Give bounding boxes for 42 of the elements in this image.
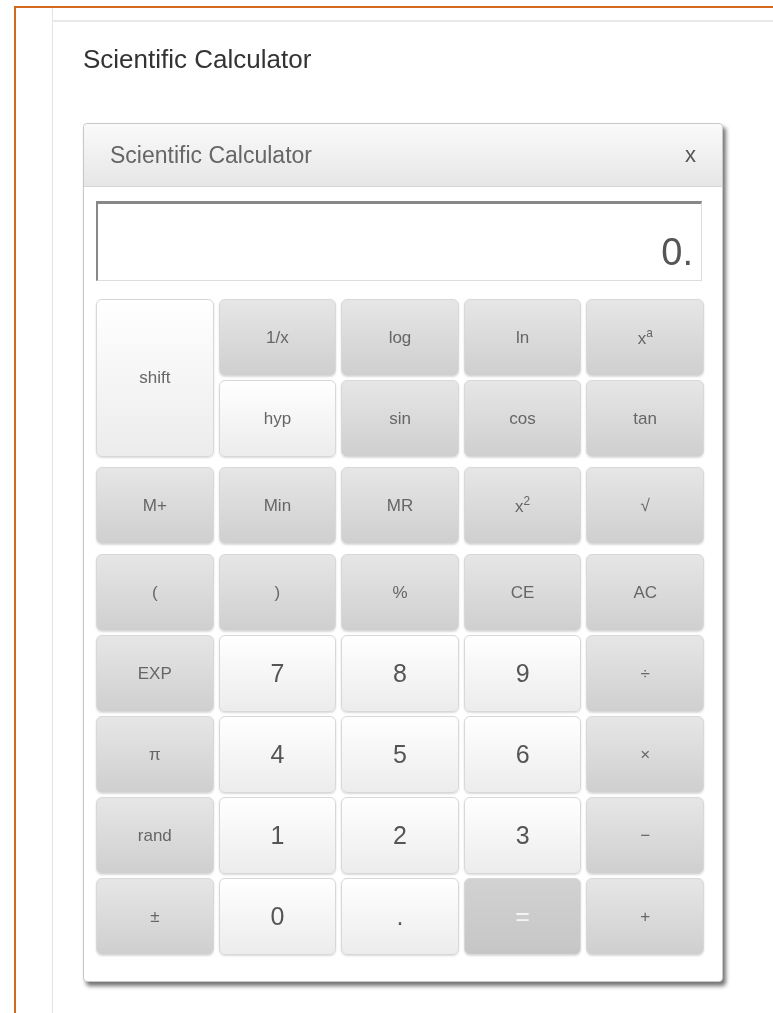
digit-key[interactable]: 2 xyxy=(341,797,459,874)
function-key[interactable]: ÷ xyxy=(586,635,704,712)
function-key[interactable]: rand xyxy=(96,797,214,874)
function-key[interactable]: 1/x xyxy=(218,299,337,376)
function-key[interactable]: π xyxy=(96,716,214,793)
function-key[interactable]: tan xyxy=(586,380,704,457)
function-key[interactable]: M+ xyxy=(96,467,214,544)
digit-key[interactable]: 9 xyxy=(463,635,582,712)
page-title: Scientific Calculator xyxy=(83,44,313,75)
function-key[interactable]: x$^{a}$ xyxy=(586,299,704,376)
digit-key[interactable]: 3 xyxy=(463,797,582,874)
digit-key[interactable]: 0 xyxy=(218,878,337,955)
function-key[interactable]: ) xyxy=(218,554,337,631)
function-key[interactable]: shift xyxy=(96,299,214,457)
digit-key[interactable]: 4 xyxy=(218,716,337,793)
function-key[interactable]: √ xyxy=(586,467,704,544)
function-key[interactable]: log xyxy=(341,299,459,376)
function-key[interactable]: × xyxy=(586,716,704,793)
function-key[interactable]: ( xyxy=(96,554,214,631)
digit-key[interactable]: . xyxy=(341,878,459,955)
digit-key[interactable]: 5 xyxy=(341,716,459,793)
function-key[interactable]: + xyxy=(586,878,704,955)
digit-key[interactable]: 6 xyxy=(463,716,582,793)
function-key[interactable]: cos xyxy=(463,380,582,457)
close-button[interactable]: x xyxy=(681,142,700,168)
function-key[interactable]: % xyxy=(341,554,459,631)
window-title: Scientific Calculator xyxy=(110,141,312,169)
digit-key[interactable]: 1 xyxy=(218,797,337,874)
calculator-display: 0. xyxy=(96,201,702,281)
function-key[interactable]: ± xyxy=(96,878,214,955)
function-key[interactable]: sin xyxy=(341,380,459,457)
digit-key[interactable]: 8 xyxy=(341,635,459,712)
function-key[interactable]: − xyxy=(586,797,704,874)
function-key[interactable]: ln xyxy=(463,299,582,376)
function-key[interactable]: MR xyxy=(341,467,459,544)
function-key[interactable]: Min xyxy=(218,467,337,544)
digit-key[interactable]: 7 xyxy=(218,635,337,712)
function-key[interactable]: EXP xyxy=(96,635,214,712)
function-key[interactable]: x$^{2}$ xyxy=(463,467,582,544)
function-key[interactable]: CE xyxy=(463,554,582,631)
function-key[interactable]: AC xyxy=(586,554,704,631)
function-key[interactable]: hyp xyxy=(218,380,337,457)
